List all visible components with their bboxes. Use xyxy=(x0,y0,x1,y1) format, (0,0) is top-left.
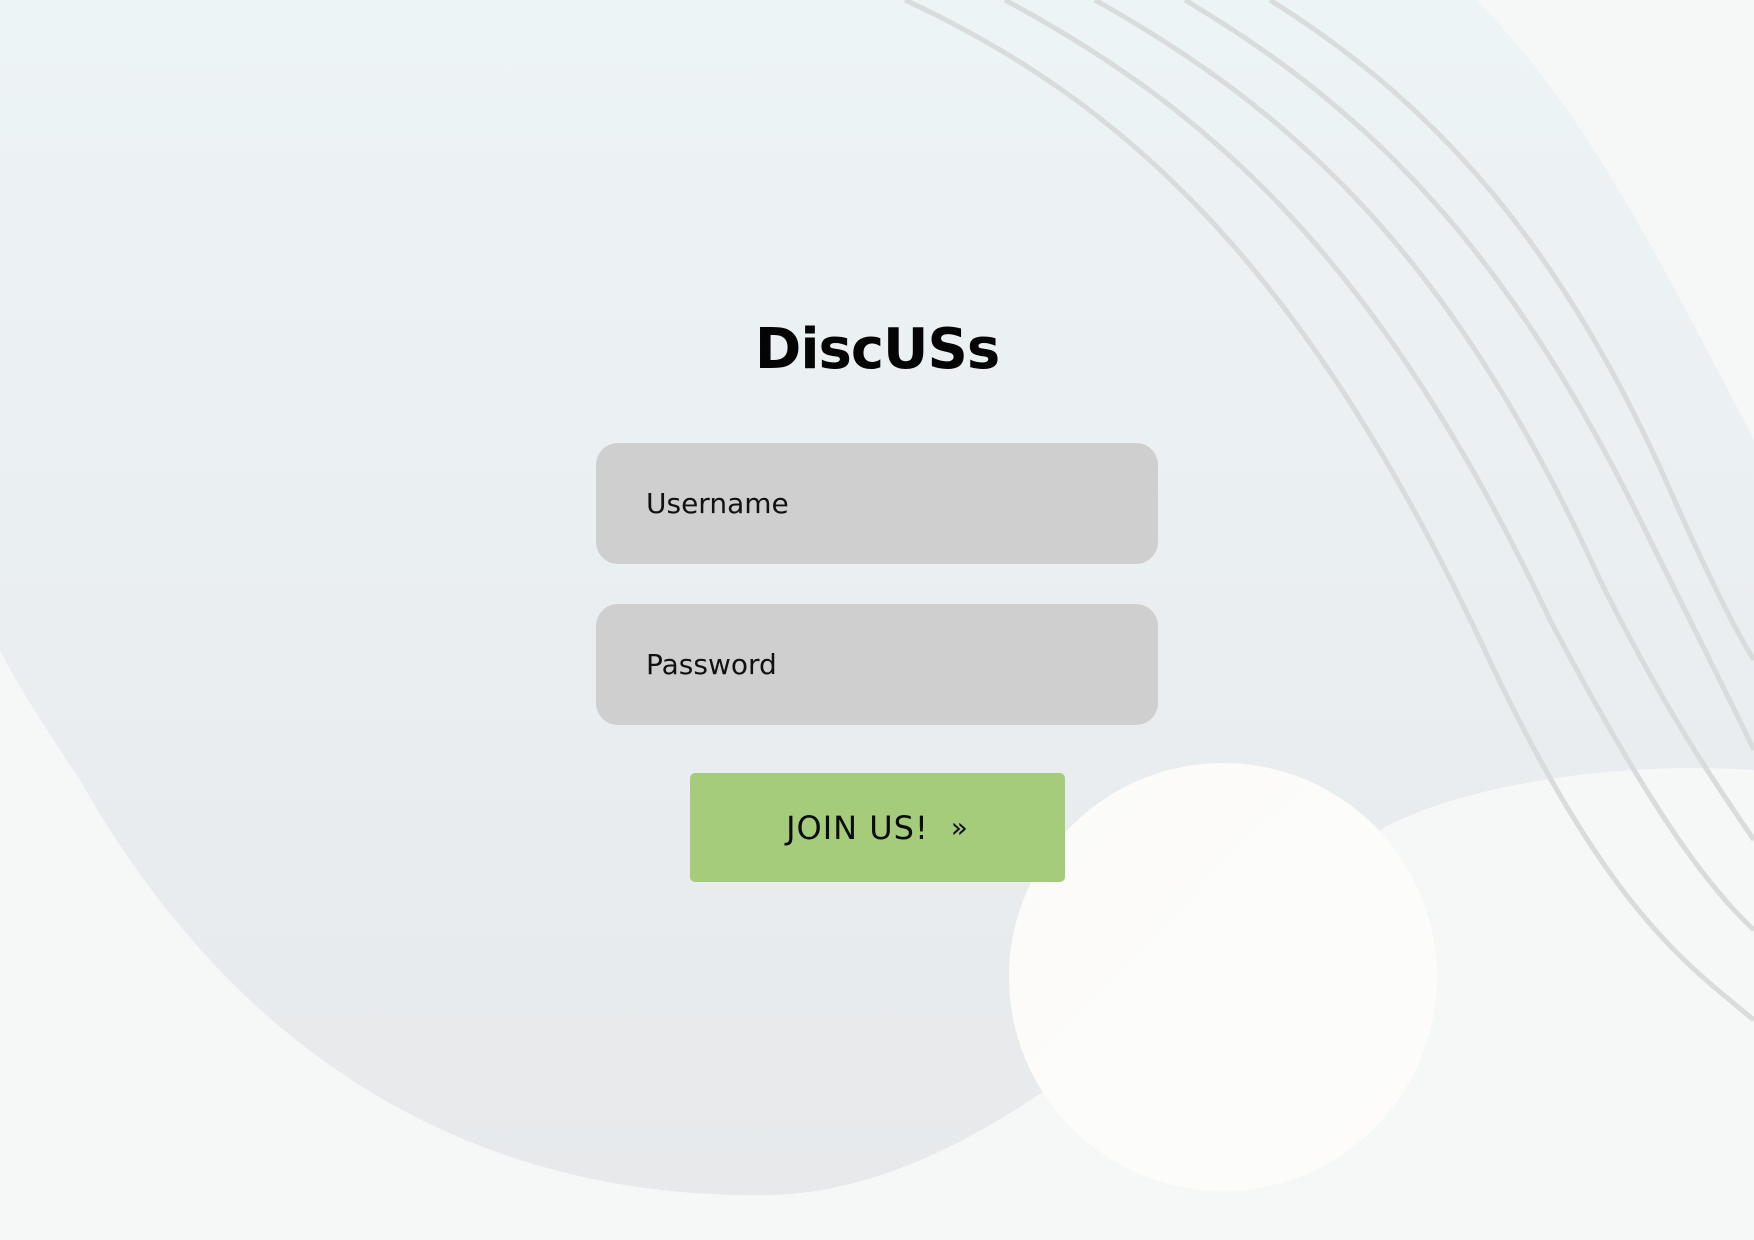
login-panel: DiscUSs JOIN US! » xyxy=(0,0,1754,1240)
double-chevron-right-icon: » xyxy=(950,811,969,844)
username-input[interactable] xyxy=(596,443,1158,564)
app-title: DiscUSs xyxy=(754,317,1000,382)
password-input[interactable] xyxy=(596,604,1158,725)
join-button[interactable]: JOIN US! » xyxy=(690,773,1065,882)
join-button-label: JOIN US! xyxy=(786,808,929,847)
